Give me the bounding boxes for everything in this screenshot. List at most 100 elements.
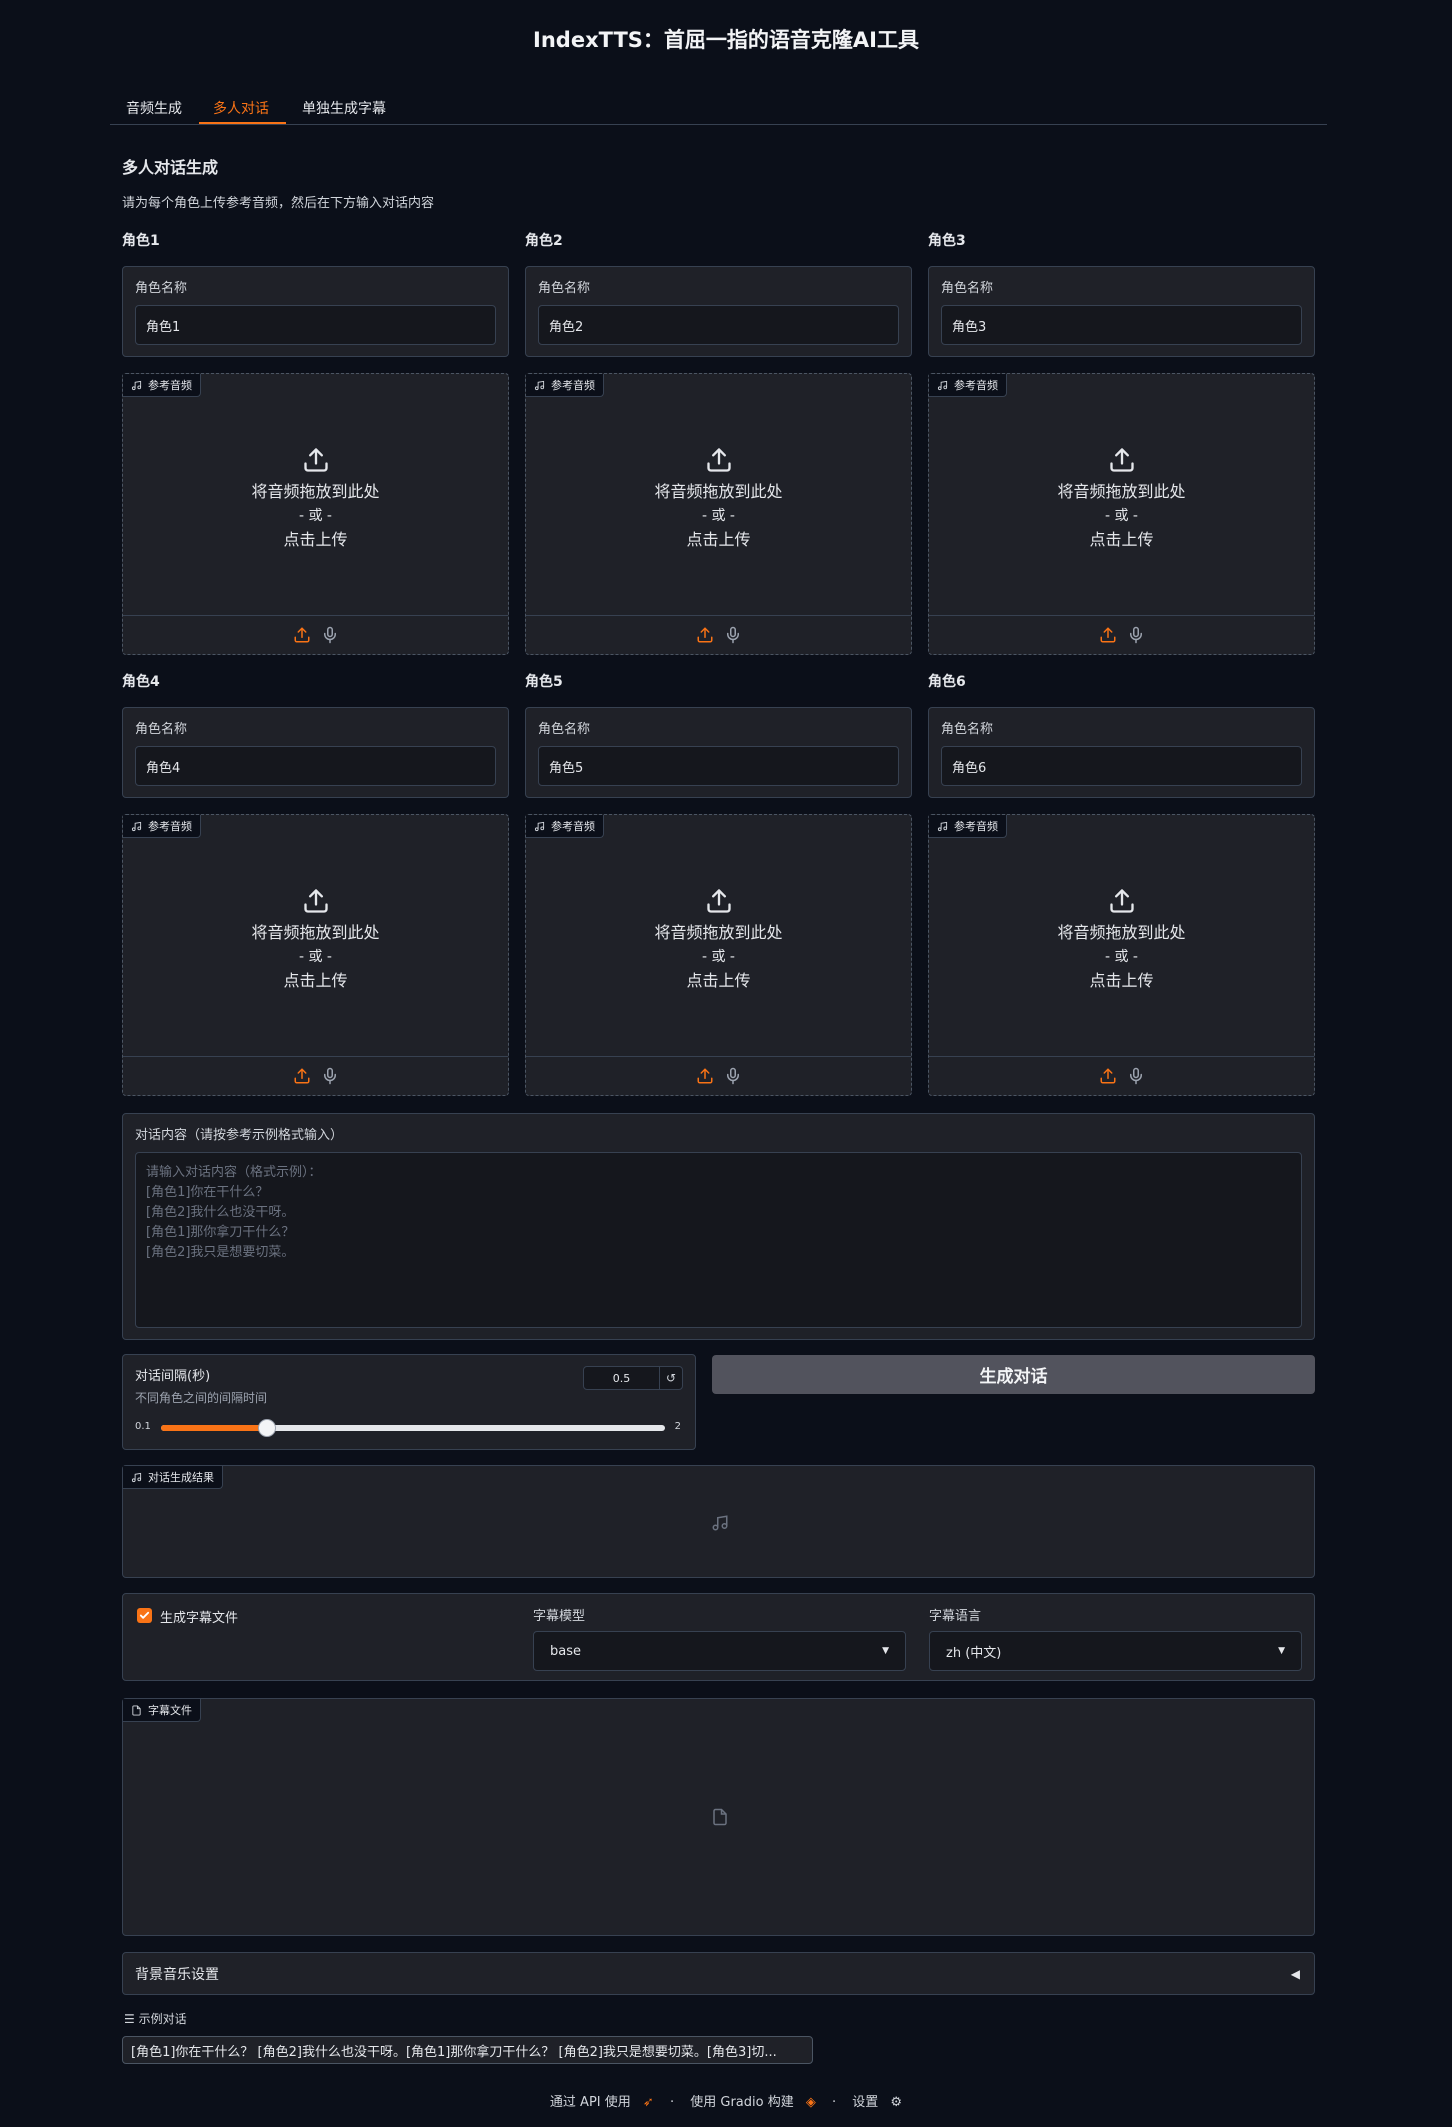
- slider-fill: [161, 1425, 267, 1431]
- audio-upload-dropzone[interactable]: 参考音频 将音频拖放到此处 - 或 - 点击上传: [525, 373, 912, 655]
- footer-api-text: 通过 API 使用: [549, 2095, 631, 2110]
- interval-number-input[interactable]: 0.5 ↺: [583, 1366, 683, 1390]
- section-description: 请为每个角色上传参考音频，然后在下方输入对话内容: [122, 196, 435, 211]
- click-upload-text: 点击上传: [686, 971, 751, 990]
- role-header: 角色1: [122, 233, 160, 249]
- section-title: 多人对话生成: [122, 158, 219, 177]
- upload-tag: 参考音频: [526, 374, 604, 397]
- subtitle-checkbox-label[interactable]: 生成字幕文件: [160, 1607, 238, 1626]
- list-icon: ☰: [124, 2012, 135, 2026]
- footer-separator: ·: [831, 2095, 837, 2110]
- or-text: - 或 -: [1104, 508, 1138, 524]
- or-text: - 或 -: [701, 949, 735, 965]
- role-name-label: 角色名称: [135, 281, 188, 296]
- dialog-content-textarea[interactable]: 请输入对话内容（格式示例）： [角色1]你在干什么？ [角色2]我什么也没干呀。…: [135, 1152, 1302, 1328]
- audio-upload-dropzone[interactable]: 参考音频 将音频拖放到此处 - 或 - 点击上传: [928, 373, 1315, 655]
- click-upload-text: 点击上传: [283, 971, 348, 990]
- slider-max: 2: [674, 1421, 681, 1432]
- microphone-icon[interactable]: [724, 1067, 742, 1085]
- footer-api-link[interactable]: 通过 API 使用 ➶: [546, 2095, 658, 2110]
- audio-upload-dropzone[interactable]: 参考音频 将音频拖放到此处 - 或 - 点击上传: [525, 814, 912, 1096]
- subtitle-language-select[interactable]: zh (中文) ▼: [929, 1631, 1302, 1671]
- tab-subtitle-only[interactable]: 单独生成字幕: [302, 98, 386, 118]
- music-icon: [534, 821, 545, 831]
- interval-slider[interactable]: [161, 1419, 665, 1437]
- bgm-settings-label: 背景音乐设置: [135, 1966, 219, 1983]
- microphone-icon[interactable]: [1127, 1067, 1145, 1085]
- microphone-icon[interactable]: [724, 626, 742, 644]
- click-upload-text: 点击上传: [686, 530, 751, 549]
- footer-gradio-link[interactable]: 使用 Gradio 构建 ◈: [686, 2095, 820, 2110]
- upload-tag-label: 参考音频: [954, 820, 998, 833]
- file-placeholder-icon: [713, 1808, 727, 1826]
- or-text: - 或 -: [701, 508, 735, 524]
- collapse-arrow-icon: ◀: [1290, 1966, 1300, 1981]
- role-name-input[interactable]: 角色4: [135, 746, 496, 786]
- music-icon: [937, 380, 948, 390]
- upload-icon: [1109, 889, 1134, 913]
- role-name-input[interactable]: 角色2: [538, 305, 899, 345]
- or-text: - 或 -: [298, 949, 332, 965]
- role-name-label: 角色名称: [135, 722, 188, 737]
- role-header: 角色2: [525, 233, 563, 249]
- upload-source-icon[interactable]: [293, 1067, 311, 1085]
- slider-thumb[interactable]: [257, 1419, 276, 1437]
- tab-audio-generation[interactable]: 音频生成: [126, 98, 182, 118]
- drop-text: 将音频拖放到此处: [251, 482, 380, 501]
- drop-text: 将音频拖放到此处: [654, 923, 783, 942]
- tab-multi-dialog[interactable]: 多人对话: [213, 98, 269, 118]
- subtitle-model-select[interactable]: base ▼: [533, 1631, 906, 1671]
- click-upload-text: 点击上传: [283, 530, 348, 549]
- reset-icon[interactable]: ↺: [660, 1367, 682, 1389]
- upload-source-bar: [123, 1056, 508, 1095]
- upload-icon: [303, 448, 328, 472]
- audio-upload-dropzone[interactable]: 参考音频 将音频拖放到此处 - 或 - 点击上传: [928, 814, 1315, 1096]
- generate-dialog-button[interactable]: 生成对话: [712, 1355, 1315, 1394]
- subtitle-settings-row: 生成字幕文件 字幕模型 base ▼ 字幕语言 zh (中文) ▼: [122, 1593, 1315, 1681]
- music-icon: [131, 821, 142, 831]
- subtitle-model-value: base: [550, 1643, 581, 1659]
- footer-gradio-text: 使用 Gradio 构建: [690, 2095, 794, 2110]
- upload-source-icon[interactable]: [293, 626, 311, 644]
- upload-source-bar: [929, 615, 1314, 654]
- upload-tag: 参考音频: [123, 815, 201, 838]
- role-header: 角色4: [122, 674, 160, 690]
- microphone-icon[interactable]: [321, 1067, 339, 1085]
- role-name-block: 角色名称 角色2: [525, 266, 912, 357]
- audio-upload-dropzone[interactable]: 参考音频 将音频拖放到此处 - 或 - 点击上传: [122, 814, 509, 1096]
- role-name-input[interactable]: 角色5: [538, 746, 899, 786]
- example-item[interactable]: [角色1]你在干什么？ [角色2]我什么也没干呀。[角色1]那你拿刀干什么？ […: [122, 2036, 813, 2064]
- upload-source-icon[interactable]: [1099, 626, 1117, 644]
- click-upload-text: 点击上传: [1089, 971, 1154, 990]
- upload-tag-label: 参考音频: [148, 820, 192, 833]
- footer-settings-link[interactable]: 设置 ⚙: [848, 2095, 906, 2110]
- role-name-block: 角色名称 角色3: [928, 266, 1315, 357]
- upload-source-icon[interactable]: [696, 626, 714, 644]
- subtitle-file-tag: 字幕文件: [123, 1699, 201, 1722]
- bgm-settings-accordion[interactable]: 背景音乐设置 ◀: [122, 1952, 1315, 1995]
- drop-text: 将音频拖放到此处: [654, 482, 783, 501]
- gradio-logo-icon: ◈: [805, 2095, 816, 2110]
- dialog-content-label: 对话内容（请按参考示例格式输入）: [135, 1128, 344, 1143]
- upload-source-icon[interactable]: [1099, 1067, 1117, 1085]
- interval-slider-block: 对话间隔(秒) 不同角色之间的间隔时间 0.5 ↺ 0.1 2: [122, 1354, 696, 1450]
- footer-separator: ·: [669, 2095, 675, 2110]
- interval-value[interactable]: 0.5: [584, 1367, 660, 1389]
- role-name-input[interactable]: 角色1: [135, 305, 496, 345]
- or-text: - 或 -: [1104, 949, 1138, 965]
- role-name-input[interactable]: 角色6: [941, 746, 1302, 786]
- upload-source-icon[interactable]: [696, 1067, 714, 1085]
- dropdown-caret-icon: ▼: [1278, 1646, 1285, 1656]
- check-icon: [139, 1611, 150, 1619]
- microphone-icon[interactable]: [1127, 626, 1145, 644]
- music-icon: [131, 1472, 142, 1482]
- role-name-block: 角色名称 角色6: [928, 707, 1315, 798]
- audio-upload-dropzone[interactable]: 参考音频 将音频拖放到此处 - 或 - 点击上传: [122, 373, 509, 655]
- upload-tag-label: 参考音频: [954, 379, 998, 392]
- upload-tag: 参考音频: [929, 815, 1007, 838]
- microphone-icon[interactable]: [321, 626, 339, 644]
- drop-text: 将音频拖放到此处: [1057, 482, 1186, 501]
- subtitle-checkbox[interactable]: [137, 1608, 152, 1623]
- role-name-input[interactable]: 角色3: [941, 305, 1302, 345]
- role-header: 角色5: [525, 674, 563, 690]
